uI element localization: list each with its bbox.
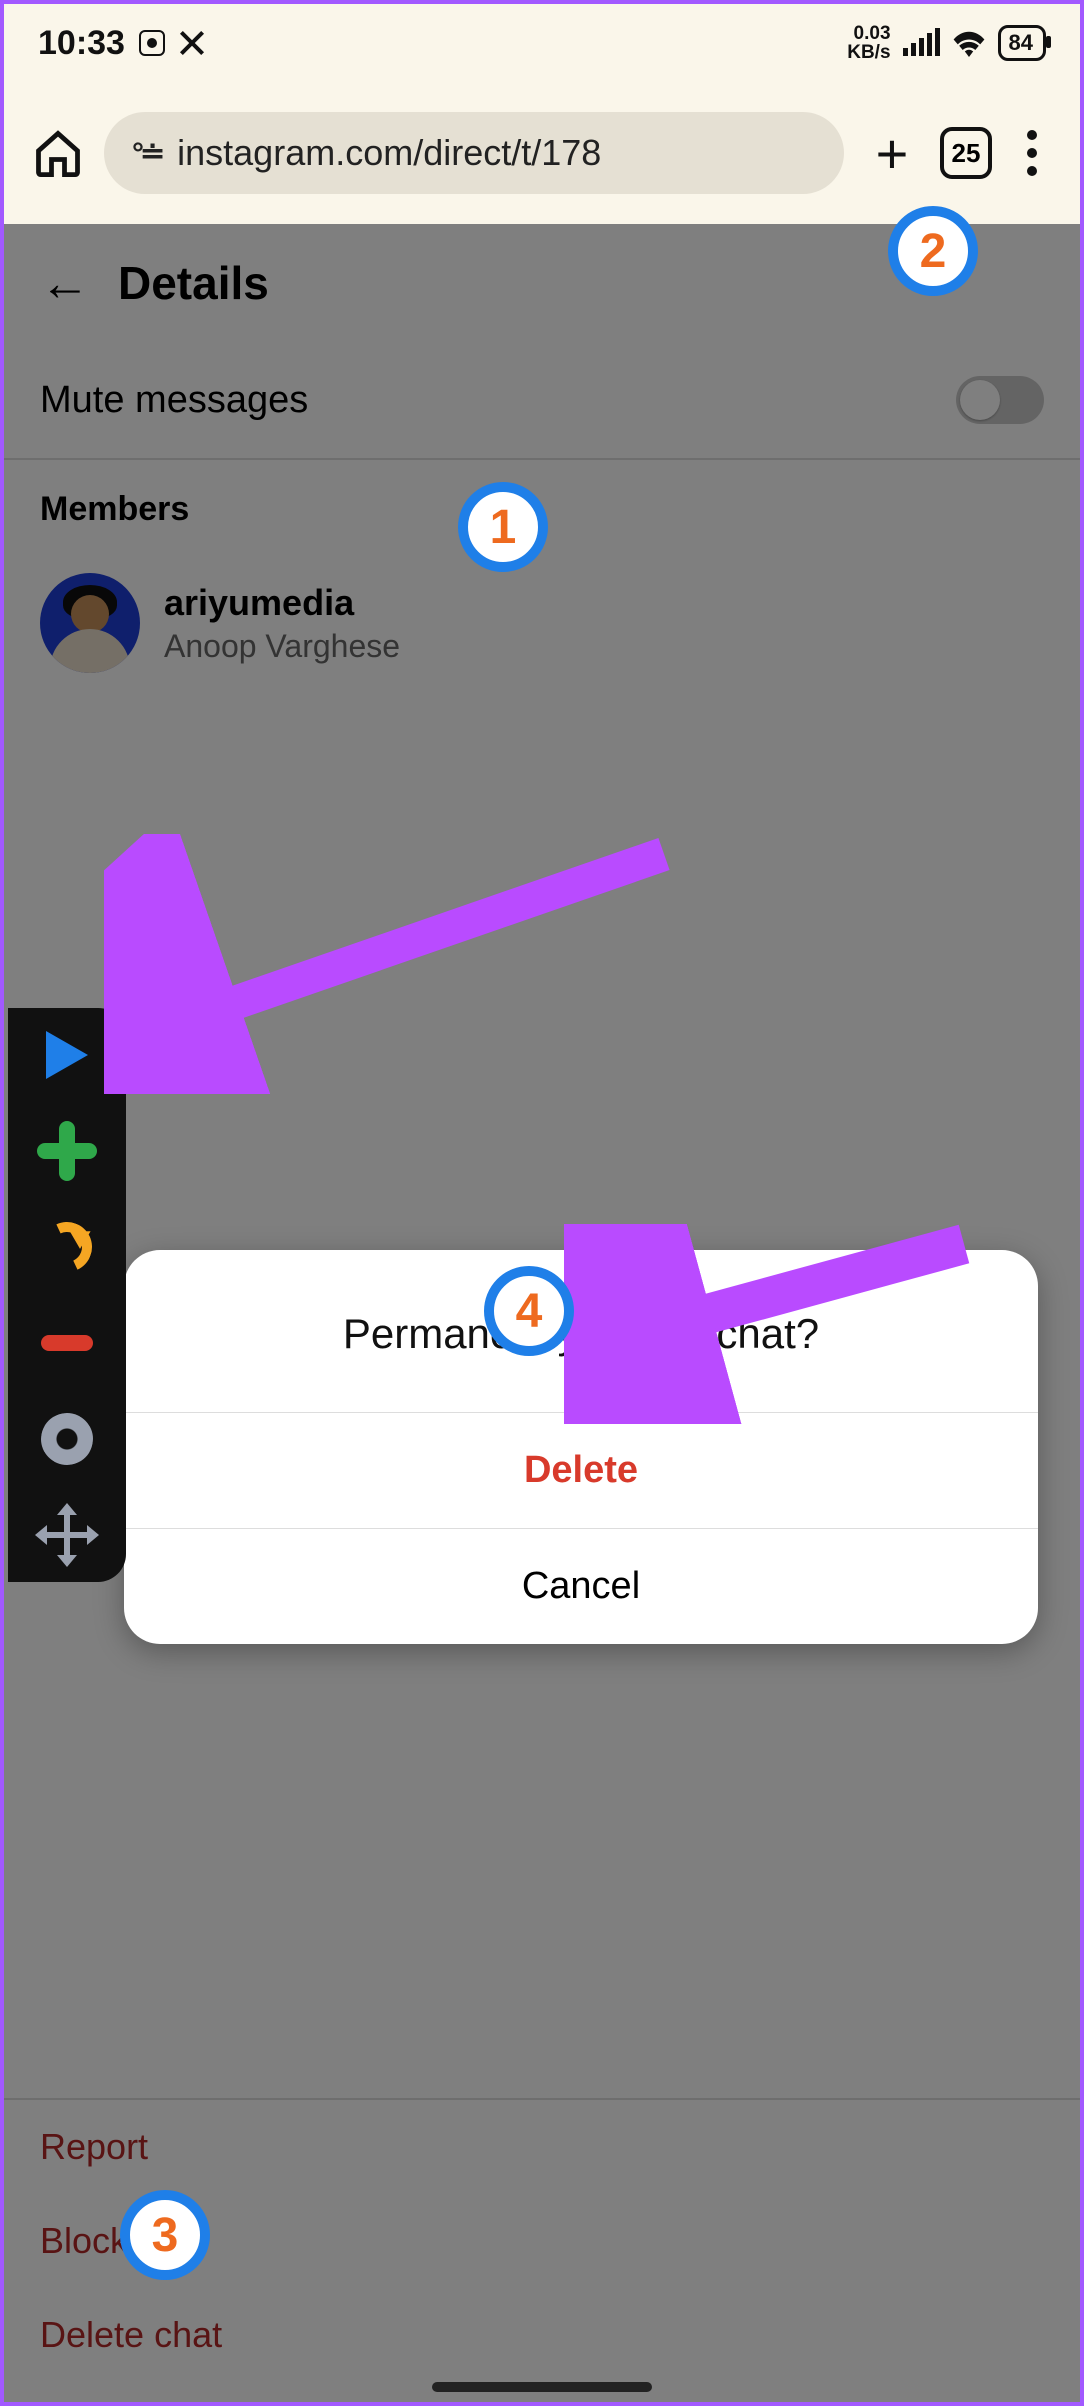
play-icon[interactable] [37, 1028, 97, 1082]
wifi-icon [952, 29, 986, 57]
home-button[interactable] [32, 127, 84, 179]
annotation-arrow-2 [564, 1224, 1004, 1424]
address-bar[interactable]: °≐ instagram.com/direct/t/178 [104, 112, 844, 194]
annotation-badge-3: 3 [120, 2190, 210, 2280]
data-rate: 0.03 KB/s [847, 24, 890, 62]
dialog-delete-button[interactable]: Delete [124, 1412, 1038, 1528]
status-bar: 10:33 0.03 KB/s 84 [4, 4, 1080, 82]
annotation-arrow-1 [104, 834, 704, 1094]
site-settings-icon[interactable]: °≐ [132, 136, 161, 171]
move-icon[interactable] [37, 1508, 97, 1562]
add-icon[interactable] [37, 1124, 97, 1178]
browser-bar: °≐ instagram.com/direct/t/178 + 25 [4, 82, 1080, 224]
gear-icon[interactable] [37, 1412, 97, 1466]
minus-icon[interactable] [37, 1316, 97, 1370]
tab-switcher-button[interactable]: 25 [940, 127, 992, 179]
annotation-badge-1: 1 [458, 482, 548, 572]
instagram-icon [139, 30, 165, 56]
dialog-cancel-button[interactable]: Cancel [124, 1528, 1038, 1644]
menu-button[interactable] [1012, 130, 1052, 176]
home-indicator [432, 2382, 652, 2392]
battery-indicator: 84 [998, 25, 1046, 61]
redo-arrow-icon[interactable] [37, 1220, 97, 1274]
status-time: 10:33 [38, 24, 125, 63]
url-text: instagram.com/direct/t/178 [177, 132, 601, 174]
signal-icon [903, 30, 940, 56]
crossed-icon [179, 30, 205, 56]
annotation-toolbar [8, 1008, 126, 1582]
annotation-badge-4: 4 [484, 1266, 574, 1356]
annotation-badge-2: 2 [888, 206, 978, 296]
new-tab-button[interactable]: + [864, 121, 920, 186]
